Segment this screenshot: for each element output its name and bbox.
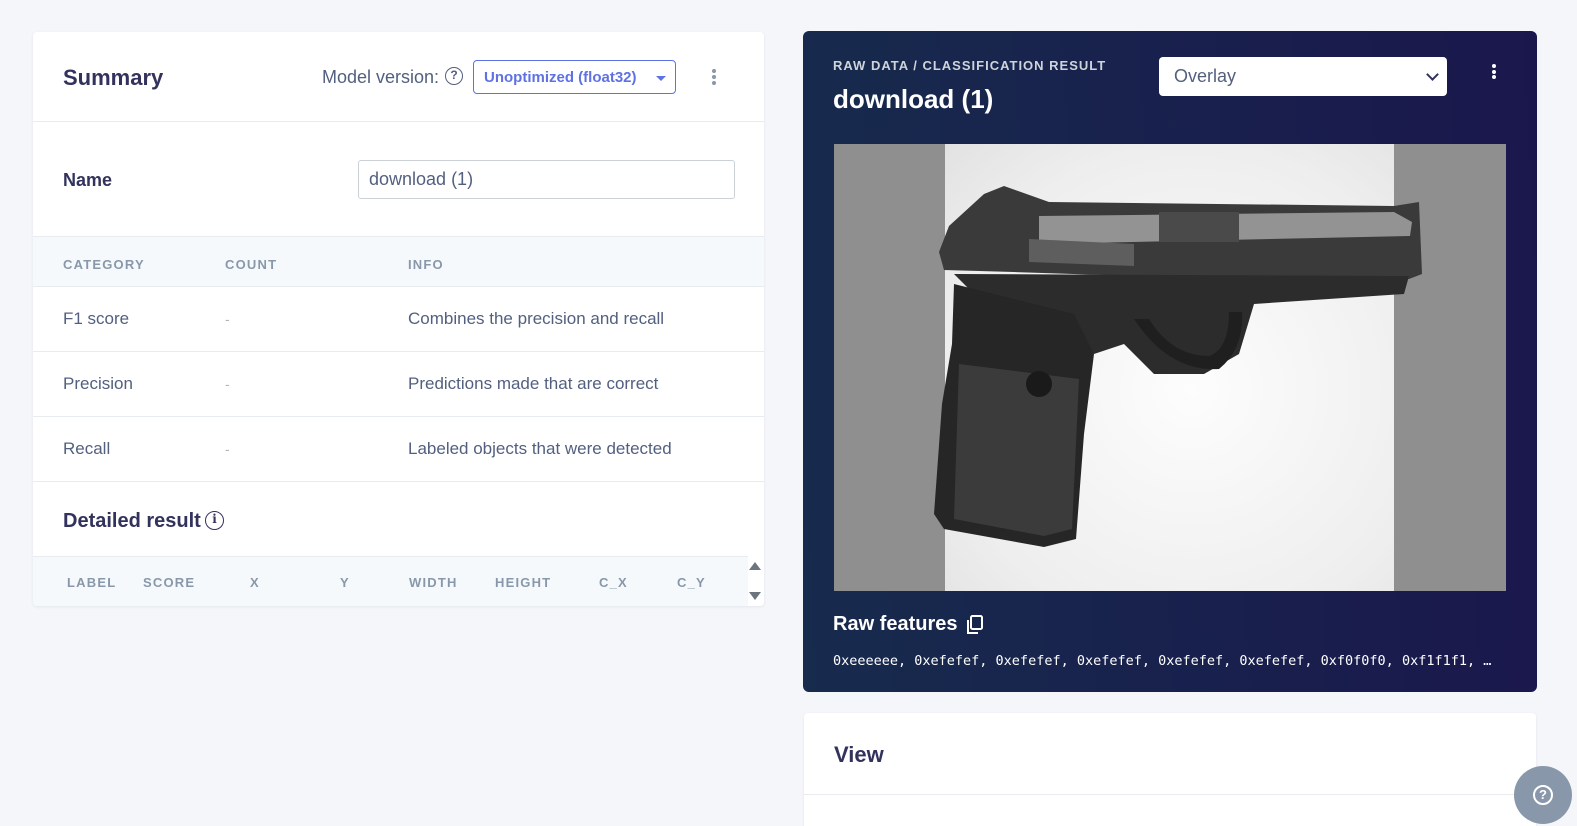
raw-features-title: Raw features [833,613,958,635]
column-header-width[interactable]: WIDTH [409,575,458,590]
model-version-label: Model version: [322,67,440,87]
metric-category: F1 score [63,309,130,328]
breadcrumb: RAW DATA / CLASSIFICATION RESULT [833,58,1107,73]
metrics-table-header: CATEGORY COUNT INFO [33,236,764,287]
model-version-dropdown[interactable]: Unoptimized (float32) [473,60,676,94]
help-circle-icon[interactable]: ? [445,67,463,85]
column-header-cy[interactable]: C_Y [677,575,706,590]
caret-down-icon [656,76,666,81]
raw-data-card: RAW DATA / CLASSIFICATION RESULT downloa… [803,31,1537,692]
view-title: View [834,742,884,767]
sort-down-icon[interactable] [749,592,761,600]
info-icon[interactable]: i [205,511,224,530]
metric-info: Labeled objects that were detected [408,439,672,458]
sort-up-icon[interactable] [749,562,761,570]
column-header-cx[interactable]: C_X [599,575,628,590]
sample-image [834,144,1506,591]
copy-icon[interactable] [966,615,984,635]
help-fab-button[interactable]: ? [1514,766,1572,824]
more-vertical-icon[interactable] [1491,64,1497,79]
view-mode-value: Overlay [1174,66,1237,86]
pistol-illustration [934,186,1422,547]
metric-count: - [225,311,230,327]
divider [804,794,1536,795]
summary-header: Summary Model version: ? Unoptimized (fl… [33,32,764,122]
metric-count: - [225,441,230,457]
name-row: Name [33,122,764,236]
column-header-info: INFO [408,257,444,272]
detailed-result-title: Detailed result [63,510,201,532]
column-header-count: COUNT [225,257,278,272]
metric-category: Recall [63,439,111,458]
column-header-category: CATEGORY [63,257,145,272]
raw-features-values: 0xeeeeee, 0xefefef, 0xefefef, 0xefefef, … [833,653,1492,669]
metric-category: Precision [63,374,133,393]
column-header-height[interactable]: HEIGHT [495,575,551,590]
name-label: Name [63,170,113,190]
summary-card: Summary Model version: ? Unoptimized (fl… [33,32,764,606]
table-row: Precision - Predictions made that are co… [33,352,764,417]
model-version-value: Unoptimized (float32) [484,69,637,86]
table-row: Recall - Labeled objects that were detec… [33,417,764,482]
metric-count: - [225,376,230,392]
column-header-label[interactable]: LABEL [67,575,116,590]
name-input[interactable] [358,160,735,199]
raw-data-title: download (1) [833,84,994,114]
column-header-x[interactable]: X [250,575,260,590]
chevron-down-icon [1426,68,1439,81]
help-fab-icon: ? [1533,785,1553,805]
column-header-score[interactable]: SCORE [143,575,195,590]
summary-title: Summary [63,65,164,90]
metric-info: Predictions made that are correct [408,374,659,393]
metric-info: Combines the precision and recall [408,309,665,328]
view-card: View [804,713,1536,826]
table-row: F1 score - Combines the precision and re… [33,287,764,352]
column-header-y[interactable]: Y [340,575,350,590]
view-mode-select[interactable]: Overlay [1159,57,1447,96]
more-vertical-icon[interactable] [711,69,717,85]
detailed-result-header: LABEL SCORE X Y WIDTH HEIGHT C_X C_Y [33,556,748,606]
